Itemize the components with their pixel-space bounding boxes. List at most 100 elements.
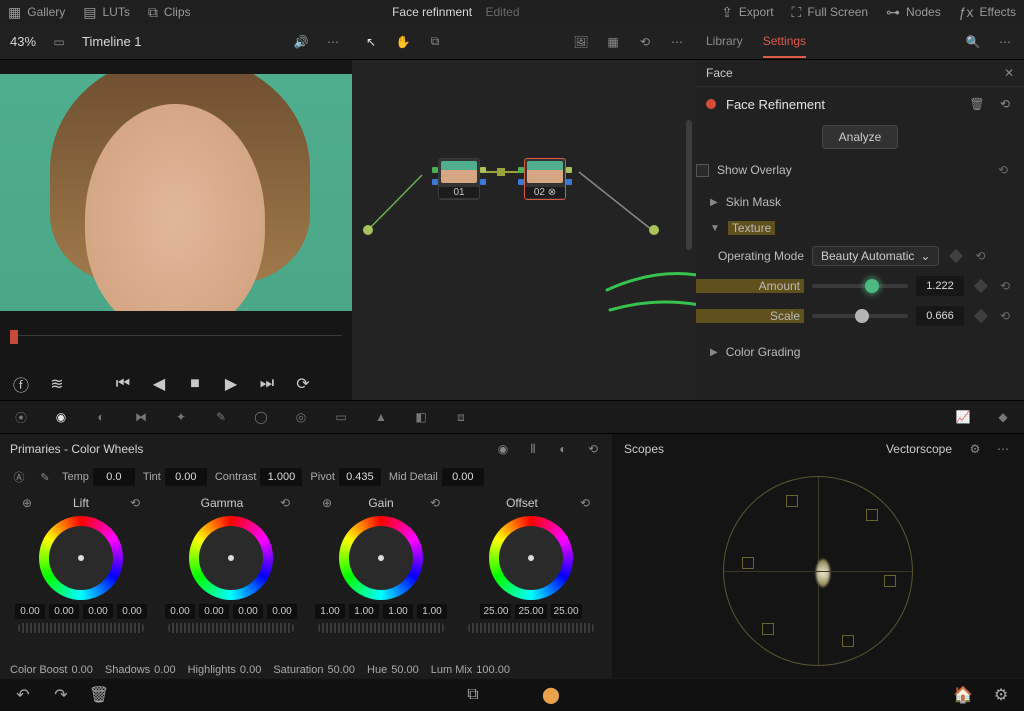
amount-value[interactable]: 1.222 [916,276,964,296]
gear-icon[interactable]: ⚙ [992,686,1010,704]
grid-overlay-icon[interactable]: ▦ [604,33,622,51]
viewer[interactable] [0,74,352,311]
offset-wheel[interactable] [489,516,573,600]
inspector-more-icon[interactable]: ⋯ [996,33,1014,51]
auto-balance-icon[interactable]: Ⓐ [10,468,28,486]
layers-icon[interactable]: ≋ [48,375,66,393]
hdr-tool-icon[interactable]: ◐ [92,408,110,426]
operating-mode-select[interactable]: Beauty Automatic ⌄ [812,246,939,266]
scopes-settings-icon[interactable]: ⚙ [966,440,984,458]
fullscreen-button[interactable]: ⛶Full Screen [792,4,869,21]
amount-slider[interactable] [812,284,908,288]
wheels-reset-icon[interactable]: ⟲ [584,440,602,458]
reset-fx-icon[interactable]: ⟲ [996,95,1014,113]
inspector-search-input[interactable] [706,66,996,80]
scale-value[interactable]: 0.666 [916,306,964,326]
gain-jog[interactable] [318,623,444,633]
lift-jog[interactable] [18,623,144,633]
image-overlay-icon[interactable]: 🖼 [572,33,590,51]
tracking-icon[interactable]: ▭ [332,408,350,426]
redo-icon[interactable]: ↷ [52,686,70,704]
luts-button[interactable]: ▤LUTs [83,4,130,21]
lift-target-icon[interactable]: ⊕ [18,494,36,512]
undo-icon[interactable]: ↶ [14,686,32,704]
motion-effects-icon[interactable]: ✦ [172,408,190,426]
fx-enable-dot[interactable] [706,99,716,109]
section-texture[interactable]: ▼ Texture [696,215,1024,241]
stop-icon[interactable]: ■ [186,375,204,393]
window-icon[interactable]: ◎ [292,408,310,426]
lift-wheel[interactable] [39,516,123,600]
tint-value[interactable]: 0.00 [165,468,207,486]
colorboost-value[interactable]: 0.00 [71,664,92,676]
prev-clip-icon[interactable]: ⏮ [114,375,132,393]
tab-library[interactable]: Library [706,26,743,58]
gamma-wheel[interactable] [189,516,273,600]
primaries-tool-icon[interactable]: ◉ [52,408,70,426]
hue-value[interactable]: 50.00 [391,664,419,676]
analyze-button[interactable]: Analyze [822,125,899,149]
play-icon[interactable]: ▶ [222,375,240,393]
keyframe-diamond[interactable] [949,249,963,263]
key-icon[interactable]: ◧ [412,408,430,426]
section-color-grading[interactable]: ▶ Color Grading [696,339,1024,365]
saturation-value[interactable]: 50.00 [327,664,355,676]
curves-tool-icon[interactable]: ⦿ [12,408,30,426]
contrast-value[interactable]: 1.000 [260,468,302,486]
gamma-jog[interactable] [168,623,294,633]
node-graph[interactable]: 01 02 ⊗ [352,60,696,400]
hand-tool-icon[interactable]: ✋ [394,33,412,51]
gamma-reset-icon[interactable]: ⟲ [276,494,294,512]
clear-search-icon[interactable]: ✕ [1004,66,1014,80]
home-icon[interactable]: 🏠 [954,686,972,704]
page-media-icon[interactable]: ⧉ [464,686,482,704]
reset-icon[interactable]: ⟲ [998,277,1012,295]
offset-values[interactable]: 25.0025.0025.00 [480,604,581,619]
gain-wheel[interactable] [339,516,423,600]
arrow-tool-icon[interactable]: ↖ [362,33,380,51]
viewer-more-icon[interactable]: ⋯ [324,33,342,51]
speaker-icon[interactable]: 🔊 [292,33,310,51]
rgb-mixer-icon[interactable]: ⧓ [132,408,150,426]
fx-bypass-icon[interactable]: ⓕ [12,375,30,393]
keyframe-diamond[interactable] [974,279,988,293]
clips-button[interactable]: ⧉Clips [148,4,191,21]
lift-values[interactable]: 0.000.000.000.00 [15,604,147,619]
tab-settings[interactable]: Settings [763,26,806,58]
nodes-button[interactable]: ⊶Nodes [886,4,941,21]
node-more-icon[interactable]: ⋯ [668,33,686,51]
export-button[interactable]: ⇪Export [721,4,773,21]
lummix-value[interactable]: 100.00 [476,664,510,676]
wheels-mode-bars-icon[interactable]: ⦀ [524,440,542,458]
offset-jog[interactable] [468,623,594,633]
shadows-value[interactable]: 0.00 [154,664,175,676]
waveform-scope-icon[interactable]: 📈 [954,408,972,426]
offset-reset-icon[interactable]: ⟲ [576,494,594,512]
show-overlay-checkbox[interactable] [696,164,709,177]
scale-slider[interactable] [812,314,908,318]
reset-icon[interactable]: ⟲ [973,247,987,265]
pick-white-icon[interactable]: ✎ [36,468,54,486]
info-scope-icon[interactable]: ◆ [994,408,1012,426]
pivot-value[interactable]: 0.435 [339,468,381,486]
node-scrollbar[interactable] [686,120,692,250]
blur-icon[interactable]: ▲ [372,408,390,426]
refresh-icon[interactable]: ⟲ [636,33,654,51]
highlights-value[interactable]: 0.00 [240,664,261,676]
playhead[interactable] [10,330,18,344]
next-clip-icon[interactable]: ⏭ [258,375,276,393]
keyframe-diamond[interactable] [974,309,988,323]
scopes-more-icon[interactable]: ⋯ [994,440,1012,458]
gain-values[interactable]: 1.001.001.001.00 [315,604,447,619]
reset-icon[interactable]: ⟲ [998,307,1012,325]
reset-overlay-icon[interactable]: ⟲ [994,161,1012,179]
scopes-mode[interactable]: Vectorscope [886,442,952,456]
trash-icon[interactable]: 🗑 [90,686,108,704]
qualifier-icon[interactable]: ◯ [252,408,270,426]
play-reverse-icon[interactable]: ◀ [150,375,168,393]
middetail-value[interactable]: 0.00 [442,468,484,486]
timeline-ruler[interactable] [10,335,342,368]
page-color-icon[interactable]: ⬤ [542,686,560,704]
wheels-mode-dot-icon[interactable]: ◉ [494,440,512,458]
sizing-icon[interactable]: ⧈ [452,408,470,426]
